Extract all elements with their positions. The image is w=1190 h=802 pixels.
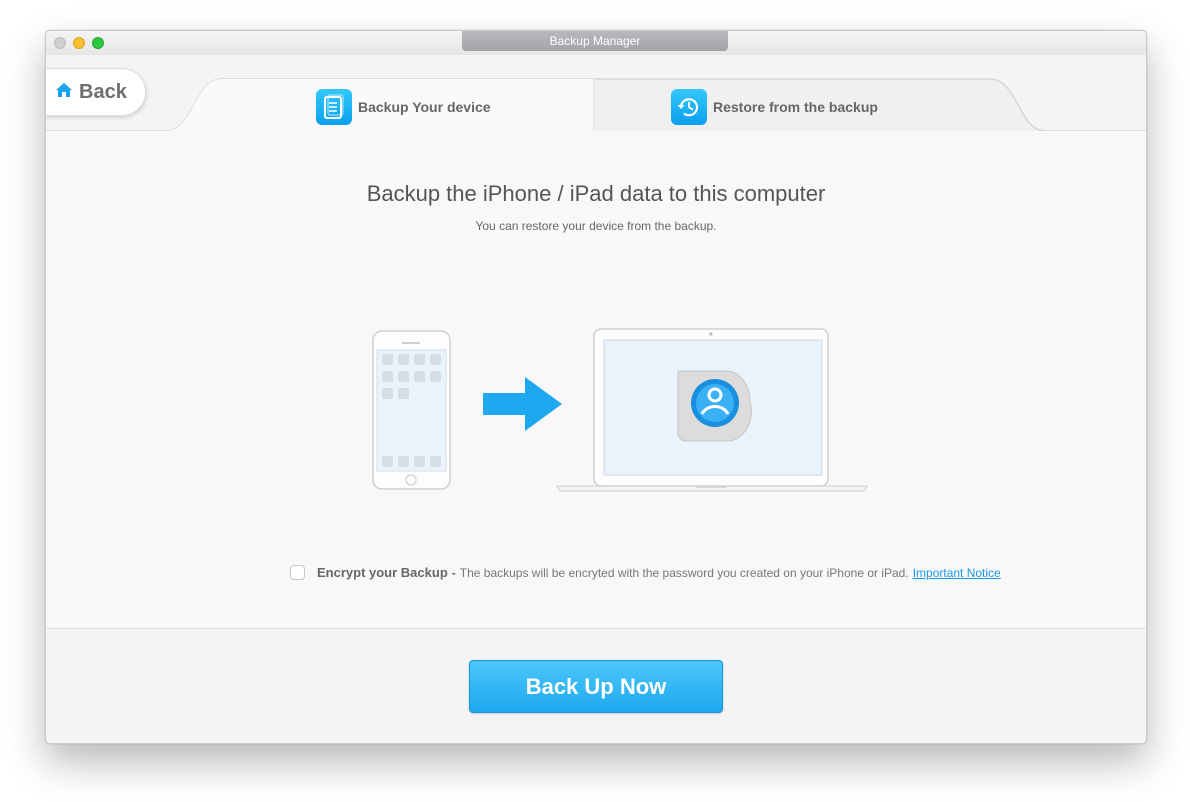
zoom-window-button[interactable] — [92, 37, 104, 49]
title-bar: Backup Manager — [46, 31, 1146, 55]
tab-restore-from-backup[interactable]: Restore from the backup — [671, 87, 878, 127]
transfer-arrow-icon — [483, 377, 562, 431]
footer: Back Up Now — [46, 629, 1146, 743]
encrypt-title: Encrypt your Backup — [317, 565, 448, 580]
encrypt-description: The backups will be encryted with the pa… — [459, 565, 909, 580]
app-logo-icon — [677, 370, 752, 442]
back-button[interactable]: Back — [46, 68, 146, 116]
minimize-window-button[interactable] — [73, 37, 85, 49]
window-title: Backup Manager — [462, 31, 728, 51]
header: Back Backup Your device Restore from the… — [46, 55, 1146, 131]
home-icon — [55, 82, 73, 103]
restore-clock-icon — [671, 89, 707, 125]
iphone-illustration — [372, 330, 451, 490]
backup-illustration — [372, 328, 868, 492]
close-window-button[interactable] — [54, 37, 66, 49]
tab-backup-your-device[interactable]: Backup Your device — [316, 87, 491, 127]
tab-bar-shape — [46, 78, 1146, 131]
important-notice-link[interactable]: Important Notice — [913, 566, 1001, 580]
backup-document-icon — [316, 89, 352, 125]
back-up-now-button[interactable]: Back Up Now — [469, 660, 723, 713]
encrypt-option: Encrypt your Backup - The backups will b… — [290, 565, 1001, 580]
encrypt-checkbox[interactable] — [290, 565, 305, 580]
tab-backup-label: Backup Your device — [358, 99, 491, 115]
back-label: Back — [79, 80, 127, 103]
main-content: Backup the iPhone / iPad data to this co… — [46, 131, 1146, 628]
app-window: Backup Manager Back Backup Your device R… — [45, 30, 1147, 744]
tab-restore-label: Restore from the backup — [713, 99, 878, 115]
encrypt-dash: - — [451, 565, 456, 580]
